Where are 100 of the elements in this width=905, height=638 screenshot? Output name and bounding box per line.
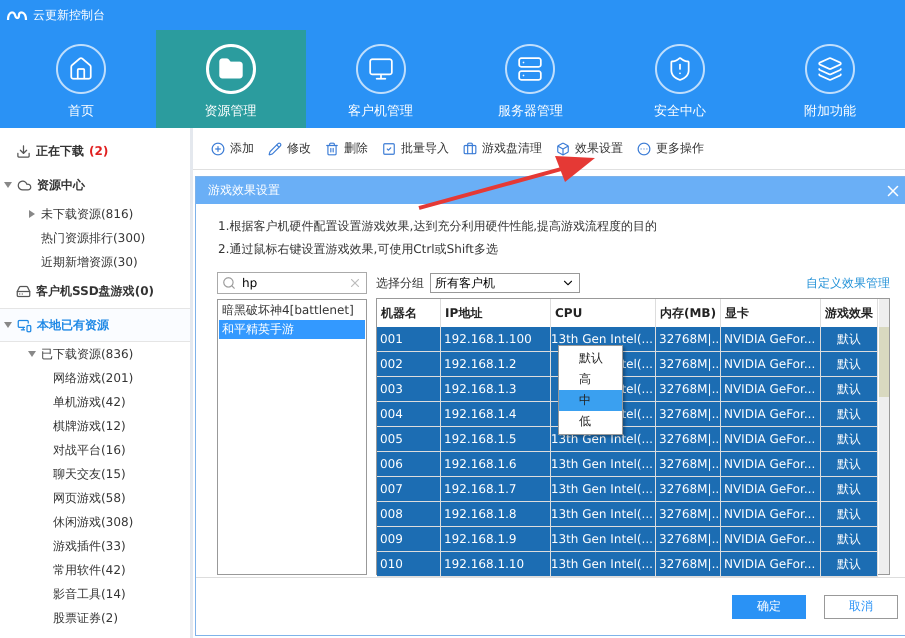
sidebar-item[interactable]: 网络游戏(201)	[0, 366, 190, 390]
triangle-icon[interactable]	[28, 351, 36, 357]
table-cell: 13th Gen Intel(...	[551, 452, 656, 477]
table-cell: 009	[377, 527, 441, 552]
table-cell: 32768M|...	[656, 352, 721, 377]
house-icon	[56, 44, 106, 94]
menu-item[interactable]: 中	[559, 390, 622, 411]
custom-effect-link[interactable]: 自定义效果管理	[806, 274, 890, 292]
table-cell: 默认	[821, 477, 878, 502]
checkbox-icon	[382, 142, 396, 156]
table-cell: 默认	[821, 427, 878, 452]
sidebar-item[interactable]: 近期新增资源(30)	[0, 250, 190, 274]
table-cell: 32768M|...	[656, 377, 721, 402]
table-cell: 默认	[821, 327, 878, 352]
table-cell: 13th Gen Intel(...	[551, 527, 656, 552]
table-cell: 13th Gen Intel(...	[551, 502, 656, 527]
table-cell: 192.168.1.10	[441, 552, 551, 577]
table-cell: NVIDIA GeFor...	[721, 552, 821, 577]
table-cell: 192.168.1.4	[441, 402, 551, 427]
sidebar-item[interactable]: 热门资源排行(300)	[0, 226, 190, 250]
table-cell: 003	[377, 377, 441, 402]
cube-icon	[556, 142, 570, 156]
table-cell: 默认	[821, 502, 878, 527]
clear-icon[interactable]	[348, 276, 362, 290]
instruction-text: 2.通过鼠标右键设置游戏效果,可使用Ctrl或Shift多选	[218, 241, 499, 258]
sidebar-section[interactable]: 资源中心	[0, 168, 190, 202]
toolbar-button[interactable]: 删除	[325, 140, 368, 157]
table-cell: NVIDIA GeFor...	[721, 427, 821, 452]
table-cell: 192.168.1.6	[441, 452, 551, 477]
sidebar-item[interactable]: 单机游戏(42)	[0, 390, 190, 414]
group-label: 选择分组	[376, 274, 424, 292]
pencil-icon	[268, 142, 282, 156]
toolbar-button[interactable]: 效果设置	[556, 140, 623, 157]
table-cell: 默认	[821, 452, 878, 477]
sidebar-item[interactable]: 游戏插件(33)	[0, 534, 190, 558]
triangle-icon[interactable]	[4, 182, 12, 188]
sidebar-item[interactable]: 客户机SSD盘游戏(0)	[0, 274, 190, 308]
triangle-icon[interactable]	[29, 210, 35, 218]
sidebar-item[interactable]: 网页游戏(58)	[0, 486, 190, 510]
dialog-title: 游戏效果设置	[208, 182, 280, 199]
sidebar-item[interactable]: 正在下载 (2)	[0, 134, 190, 168]
sidebar-item[interactable]: 股票证券(2)	[0, 606, 190, 630]
scrollbar[interactable]	[879, 299, 889, 574]
table-cell: 32768M|...	[656, 402, 721, 427]
triangle-icon[interactable]	[4, 322, 12, 328]
search-box[interactable]: hp	[217, 272, 367, 294]
toolbar-button[interactable]: 批量导入	[382, 140, 449, 157]
table-cell: 192.168.1.8	[441, 502, 551, 527]
toolbar-button[interactable]: 游戏盘清理	[463, 140, 542, 157]
table-cell: 默认	[821, 552, 878, 577]
table-cell: NVIDIA GeFor...	[721, 352, 821, 377]
table-cell: 192.168.1.2	[441, 352, 551, 377]
table-cell: 13th Gen Intel(...	[551, 552, 656, 577]
ssd-icon	[16, 284, 31, 298]
logo-icon	[6, 9, 28, 21]
table-cell: 默认	[821, 527, 878, 552]
sidebar-item[interactable]: 聊天交友(15)	[0, 462, 190, 486]
table-cell: 192.168.1.9	[441, 527, 551, 552]
table-cell: 192.168.1.5	[441, 427, 551, 452]
cloud-icon	[17, 178, 32, 192]
toolbar-button[interactable]: 修改	[268, 140, 311, 157]
table-cell: NVIDIA GeFor...	[721, 477, 821, 502]
search-icon	[222, 276, 236, 290]
sidebar-item[interactable]: 未下载资源(816)	[0, 202, 190, 226]
table-cell: 192.168.1.100	[441, 327, 551, 352]
group-dropdown[interactable]: 所有客户机	[430, 273, 580, 293]
table-cell: NVIDIA GeFor...	[721, 377, 821, 402]
sidebar-item[interactable]: 影音工具(14)	[0, 582, 190, 606]
sidebar-item[interactable]: 对战平台(16)	[0, 438, 190, 462]
table-cell: 默认	[821, 377, 878, 402]
sidebar-item[interactable]: 棋牌游戏(12)	[0, 414, 190, 438]
shield-icon	[655, 44, 706, 94]
toolbar-button[interactable]: 添加	[211, 140, 254, 157]
table-cell: NVIDIA GeFor...	[721, 502, 821, 527]
table-cell: 32768M|...	[656, 527, 721, 552]
table-cell: 192.168.1.7	[441, 477, 551, 502]
trash-icon	[325, 142, 339, 156]
layers-icon	[805, 44, 856, 94]
plus-icon	[211, 142, 225, 156]
server-icon	[505, 44, 556, 94]
game-item[interactable]: 暗黑破坏神4[battlenet]	[219, 301, 365, 320]
ellipsis-icon	[637, 142, 651, 156]
table-cell: 32768M|...	[656, 427, 721, 452]
menu-item[interactable]: 低	[559, 411, 622, 432]
table-cell: 007	[377, 477, 441, 502]
table-cell: 006	[377, 452, 441, 477]
sidebar-section[interactable]: 本地已有资源	[0, 308, 190, 342]
menu-item[interactable]: 高	[559, 369, 622, 390]
sidebar-item[interactable]: 常用软件(42)	[0, 558, 190, 582]
sidebar-item[interactable]: 已下载资源(836)	[0, 342, 190, 366]
table-cell: 005	[377, 427, 441, 452]
table-cell: 32768M|...	[656, 452, 721, 477]
instruction-text: 1.根据客户机硬件配置设置游戏效果,达到充分利用硬件性能,提高游戏流程度的目的	[218, 218, 658, 235]
table-cell: 008	[377, 502, 441, 527]
toolbar-button[interactable]: 更多操作	[637, 140, 704, 157]
briefcase-icon	[463, 142, 477, 156]
table-cell: NVIDIA GeFor...	[721, 527, 821, 552]
table-cell: 13th Gen Intel(...	[551, 477, 656, 502]
menu-item[interactable]: 默认	[559, 348, 622, 369]
sidebar-item[interactable]: 休闲游戏(308)	[0, 510, 190, 534]
